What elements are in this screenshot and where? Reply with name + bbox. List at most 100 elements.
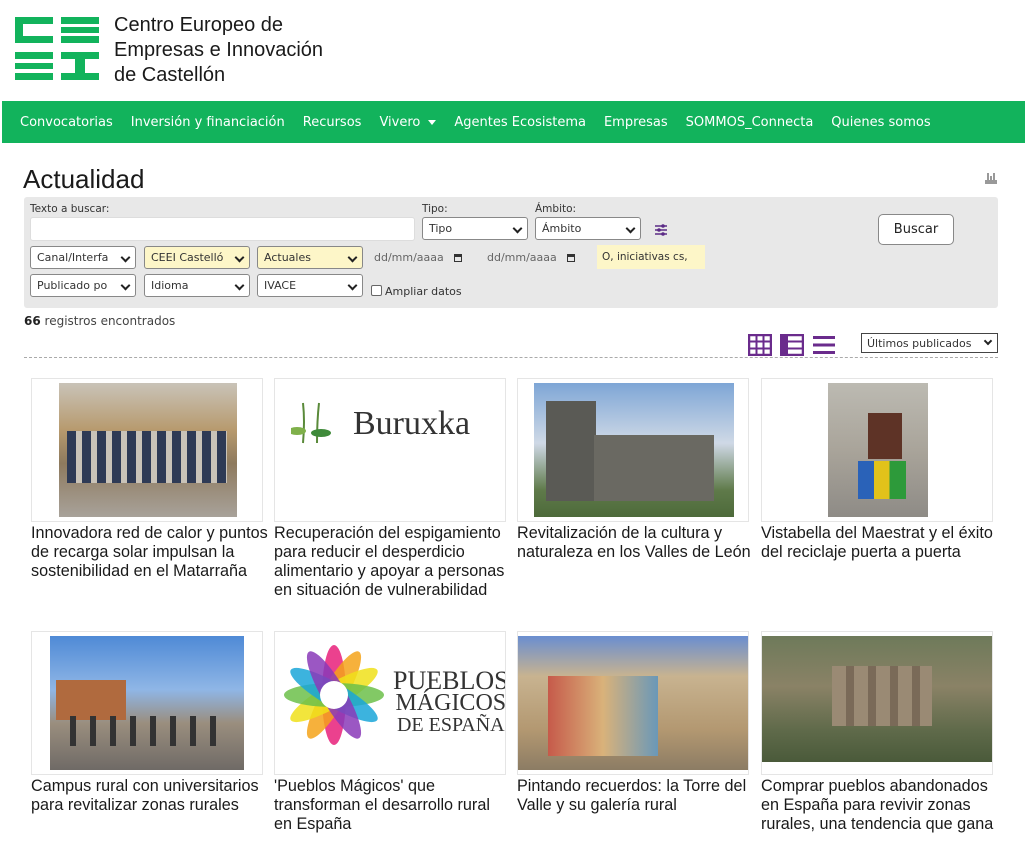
sort-select[interactable]: Últimos publicados [861,333,998,353]
sort-value: Últimos publicados [867,336,972,350]
news-image[interactable] [761,378,993,522]
nav-item-recursos[interactable]: Recursos [303,115,362,130]
news-title[interactable]: Recuperación del espigamiento para reduc… [274,524,512,600]
org-name-line: Empresas e Innovación [114,39,324,61]
news-title[interactable]: Campus rural con universitarios para rev… [31,777,269,815]
main-nav: Convocatorias Inversión y financiación R… [2,101,1025,143]
nav-item-sommos[interactable]: SOMMOS_Connecta [686,115,814,130]
wheat-icon [291,402,331,444]
chevron-down-icon [234,252,245,263]
news-title[interactable]: Pintando recuerdos: la Torre del Valle y… [517,777,755,815]
nav-item-inversion[interactable]: Inversión y financiación [131,115,285,130]
org-name: Centro Europeo de Empresas e Innovación … [114,13,323,88]
news-image[interactable] [517,631,749,775]
page-title: Actualidad [23,164,145,194]
canal-select[interactable]: Canal/Interfa [30,246,136,269]
tipo-value: Tipo [429,222,453,235]
bicycles [70,716,230,746]
news-card[interactable]: Innovadora red de calor y puntos de reca… [31,378,268,581]
logo-line: PUEBLOS [393,666,506,695]
ceei-logo[interactable] [13,15,101,83]
news-image[interactable] [31,631,263,775]
news-image[interactable]: PUEBLOS MÁGICOS DE ESPAÑA [274,631,506,775]
list-view-icon[interactable] [812,334,836,356]
search-button[interactable]: Buscar [878,214,954,245]
nav-item-quienes-somos[interactable]: Quienes somos [831,115,930,130]
site-header: Centro Europeo de Empresas e Innovación … [0,0,1025,101]
org-name-line: Centro Europeo de [114,14,284,36]
news-image[interactable] [761,631,993,775]
buruxka-logo-text: Buruxka [353,405,471,442]
ruined-village [832,666,932,726]
ambito-label: Ámbito: [535,203,577,215]
idioma-select[interactable]: Idioma [144,274,250,297]
sliders-icon[interactable] [655,224,667,236]
church-body [594,435,714,501]
recycling-bins [858,461,906,499]
pueblos-magicos-logo-text: PUEBLOS MÁGICOS DE ESPAÑA [393,666,506,737]
chevron-down-icon [347,280,358,291]
people-group [67,431,227,483]
photo [518,636,748,770]
photo [762,636,992,762]
calendar-icon[interactable] [566,253,575,262]
idioma-value: Idioma [151,279,189,292]
ivace-select[interactable]: IVACE [257,274,363,297]
date-to-placeholder: dd/mm/aaaa [487,251,557,264]
news-title[interactable]: Comprar pueblos abandonados en España pa… [761,777,999,834]
logo-line: DE ESPAÑA [396,714,505,736]
church-tower [546,401,596,501]
photo [59,383,237,517]
date-to-input[interactable]: dd/mm/aaaa [487,246,575,269]
news-title[interactable]: Revitalización de la cultura y naturalez… [517,524,755,562]
date-from-placeholder: dd/mm/aaaa [374,251,444,264]
grid-view-icon[interactable] [748,334,772,356]
nav-item-convocatorias[interactable]: Convocatorias [20,115,113,130]
export-icon[interactable] [984,171,998,185]
view-switcher [748,334,836,356]
news-image[interactable]: Buruxka [274,378,506,522]
divider [24,357,998,358]
text-search-input[interactable] [30,217,415,241]
ivace-value: IVACE [264,279,297,292]
tags-input[interactable]: O, iniciativas cs, [597,245,705,269]
news-card[interactable]: PUEBLOS MÁGICOS DE ESPAÑA 'Pueblos Mágic… [274,631,506,834]
chevron-down-icon [625,223,636,234]
nav-item-empresas[interactable]: Empresas [604,115,668,130]
photo [828,383,928,517]
news-card[interactable]: Vistabella del Maestrat y el éxito del r… [761,378,993,562]
ampliar-label: Ampliar datos [385,285,462,298]
date-from-input[interactable]: dd/mm/aaaa [374,246,462,269]
news-title[interactable]: Vistabella del Maestrat y el éxito del r… [761,524,999,562]
news-card[interactable]: Comprar pueblos abandonados en España pa… [761,631,993,834]
news-image[interactable] [517,378,749,522]
news-image[interactable] [31,378,263,522]
news-title[interactable]: 'Pueblos Mágicos' que transforman el des… [274,777,512,834]
text-search-label: Texto a buscar: [30,203,110,215]
photo [50,636,244,770]
nav-item-label: Vivero [379,114,421,130]
results-count-number: 66 [24,314,41,328]
news-card[interactable]: Buruxka Recuperación del espigamiento pa… [274,378,506,600]
nav-item-agentes[interactable]: Agentes Ecosistema [454,115,586,130]
news-card[interactable]: Revitalización de la cultura y naturalez… [517,378,751,562]
photo [534,383,734,517]
table-view-icon[interactable] [780,334,804,356]
ampliar-checkbox[interactable] [371,285,382,296]
actuales-value: Actuales [264,251,311,264]
nav-item-vivero[interactable]: Vivero [379,114,437,130]
ceei-select[interactable]: CEEI Castelló [144,246,250,269]
results-count: 66 registros encontrados [24,314,175,328]
news-title[interactable]: Innovadora red de calor y puntos de reca… [31,524,269,581]
ambito-select[interactable]: Ámbito [535,217,641,240]
publicado-value: Publicado po [37,279,108,292]
tipo-select[interactable]: Tipo [422,217,528,240]
actuales-select[interactable]: Actuales [257,246,363,269]
calendar-icon[interactable] [453,253,462,262]
news-card[interactable]: Campus rural con universitarios para rev… [31,631,263,815]
publicado-select[interactable]: Publicado po [30,274,136,297]
news-card[interactable]: Pintando recuerdos: la Torre del Valle y… [517,631,749,815]
org-name-line: de Castellón [114,64,226,86]
mural [548,676,658,756]
canal-value: Canal/Interfa [37,251,109,264]
